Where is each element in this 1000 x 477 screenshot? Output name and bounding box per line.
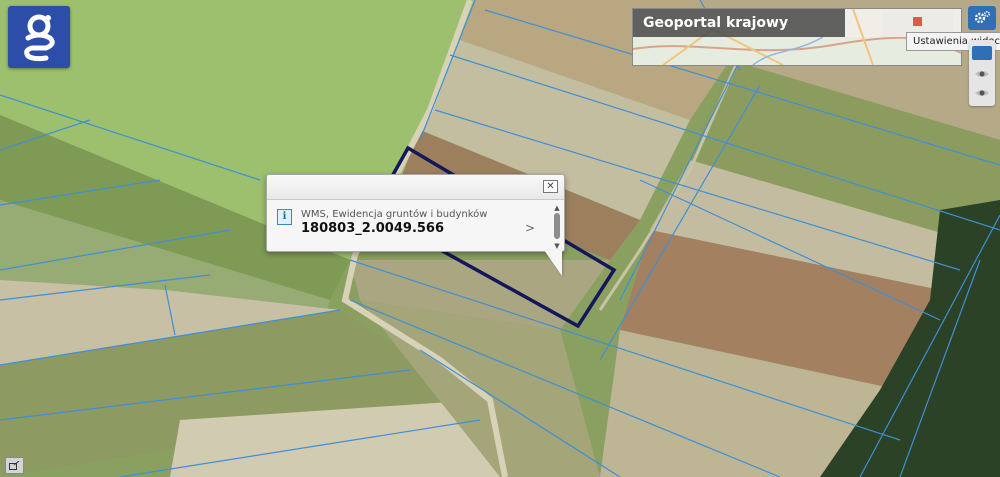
expand-arrow-icon[interactable]: >	[525, 221, 535, 235]
popup-pointer	[544, 250, 562, 276]
layer-visibility-panel[interactable]	[969, 40, 995, 106]
eye-icon[interactable]	[974, 69, 990, 79]
layer-visibility-icon[interactable]	[972, 46, 992, 60]
scroll-up-icon[interactable]: ▲	[553, 205, 561, 212]
scroll-down-icon[interactable]: ▼	[553, 243, 561, 250]
minimize-icon	[9, 461, 20, 470]
layer-name: WMS, Ewidencja gruntów i budynków	[301, 209, 488, 220]
geoportal-logo[interactable]	[8, 6, 70, 68]
close-icon[interactable]: ✕	[543, 180, 558, 193]
minimize-button[interactable]	[5, 457, 24, 474]
overview-title: Geoportal krajowy	[633, 9, 845, 37]
eye-icon[interactable]	[974, 88, 990, 98]
scroll-thumb[interactable]	[554, 213, 560, 239]
feature-info-popup: ✕ i WMS, Ewidencja gruntów i budynków 18…	[266, 174, 565, 252]
info-icon: i	[277, 209, 292, 225]
popup-header	[267, 175, 564, 200]
parcel-id: 180803_2.0049.566	[301, 221, 445, 236]
settings-button[interactable]	[968, 6, 996, 30]
gear-icon	[974, 10, 991, 24]
popup-scrollbar[interactable]: ▲ ▼	[553, 205, 561, 250]
geoportal-logo-icon	[24, 14, 55, 62]
